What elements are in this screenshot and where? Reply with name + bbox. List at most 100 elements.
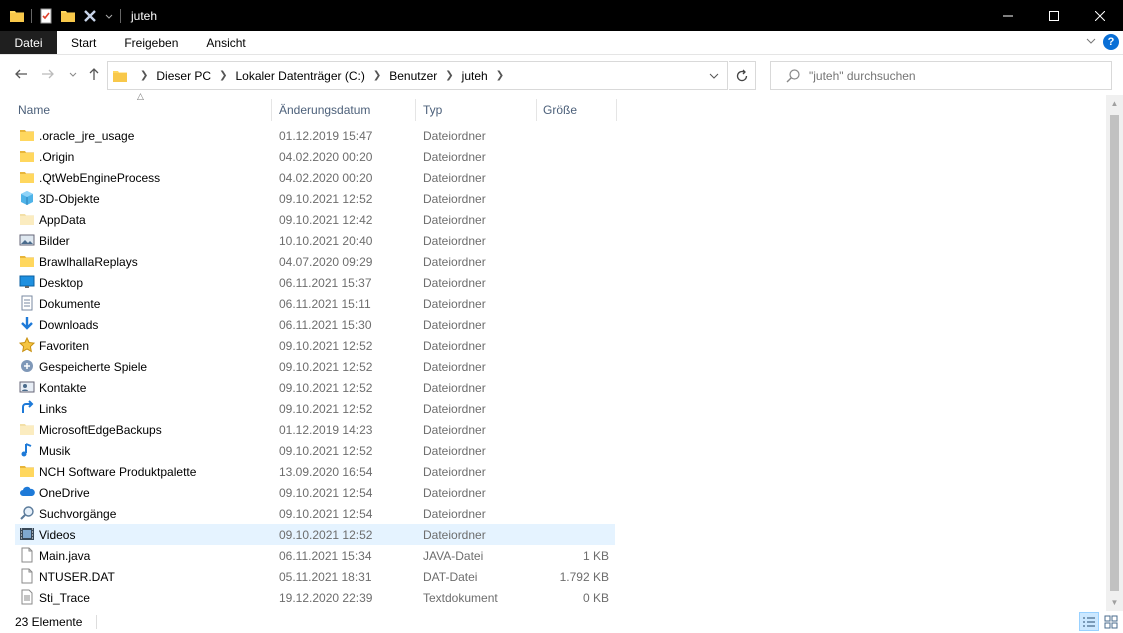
address-history-dropdown-icon[interactable]: [701, 62, 727, 89]
tab-start[interactable]: Start: [57, 31, 110, 54]
file-name: Dokumente: [39, 296, 101, 311]
file-row[interactable]: MicrosoftEdgeBackups 01.12.2019 14:23 Date…: [15, 419, 615, 440]
file-date: 01.12.2019 14:23: [279, 422, 373, 437]
file-date: 01.12.2019 15:47: [279, 128, 373, 143]
file-row[interactable]: Kontakte 09.10.2021 12:52 Dateiordner: [15, 377, 615, 398]
large-icons-view-button[interactable]: [1101, 612, 1121, 631]
file-size: [543, 230, 609, 251]
separator: [31, 8, 32, 23]
breadcrumb-chevron-icon[interactable]: ❯: [373, 70, 381, 81]
expand-ribbon-chevron-icon[interactable]: [1085, 35, 1097, 50]
separator: [96, 615, 98, 629]
properties-icon[interactable]: [38, 8, 54, 24]
file-date: 09.10.2021 12:54: [279, 485, 373, 500]
file-name: .QtWebEngineProcess: [39, 170, 161, 185]
breadcrumb-chevron-icon[interactable]: ❯: [219, 70, 227, 81]
file-date: 06.11.2021 15:37: [279, 275, 372, 290]
file-row[interactable]: Gespeicherte Spiele 09.10.2021 12:52 Datei…: [15, 356, 615, 377]
search-input[interactable]: [809, 68, 1089, 83]
file-row[interactable]: Bilder 10.10.2021 20:40 Dateiordner: [15, 230, 615, 251]
file-row[interactable]: Desktop 06.11.2021 15:37 Dateiordner: [15, 272, 615, 293]
file-size: [543, 293, 609, 314]
file-row[interactable]: Suchvorgänge 09.10.2021 12:54 Dateiordner: [15, 503, 615, 524]
hidden-folder-icon: [19, 211, 35, 227]
search-box[interactable]: [770, 61, 1112, 90]
file-row[interactable]: .Origin 04.02.2020 00:20 Dateiordner: [15, 146, 615, 167]
scroll-down-arrow-icon[interactable]: ▼: [1106, 594, 1123, 611]
breadcrumb-chevron-icon[interactable]: ❯: [140, 70, 148, 81]
breadcrumb-chevron-icon[interactable]: ❯: [445, 70, 453, 81]
file-row[interactable]: OneDrive 09.10.2021 12:54 Dateiordner: [15, 482, 615, 503]
forward-arrow-icon[interactable]: [39, 65, 57, 83]
file-size: [543, 314, 609, 335]
maximize-button[interactable]: [1031, 0, 1077, 31]
file-name: BrawlhallaReplays: [39, 254, 138, 269]
title-bar: juteh: [0, 0, 1123, 31]
file-size: [543, 482, 609, 503]
tab-view[interactable]: Ansicht: [192, 31, 259, 54]
file-row[interactable]: Links 09.10.2021 12:52 Dateiordner: [15, 398, 615, 419]
minimize-button[interactable]: [985, 0, 1031, 31]
file-name: Sti_Trace: [39, 590, 90, 605]
file-row[interactable]: Sti_Trace 19.12.2020 22:39 Textdokument 0 K…: [15, 587, 615, 608]
scroll-up-arrow-icon[interactable]: ▲: [1106, 95, 1123, 112]
file-name: NTUSER.DAT: [39, 569, 115, 584]
breadcrumb-chevron-icon[interactable]: ❯: [496, 70, 504, 81]
customize-toolbar-chevron-icon[interactable]: [104, 8, 114, 24]
breadcrumb-item-this-pc[interactable]: Dieser PC: [156, 69, 211, 83]
file-row[interactable]: Main.java 06.11.2021 15:34 JAVA-Datei 1 KB: [15, 545, 615, 566]
file-icon: [19, 547, 35, 563]
file-row[interactable]: NCH Software Produktpalette 13.09.2020 16…: [15, 461, 615, 482]
breadcrumb-item-local-disk[interactable]: Lokaler Datenträger (C:): [235, 69, 364, 83]
folder-icon: [19, 169, 35, 185]
3d-objects-icon: [19, 190, 35, 206]
file-row[interactable]: Downloads 06.11.2021 15:30 Dateiordner: [15, 314, 615, 335]
file-row[interactable]: .oracle_jre_usage 01.12.2019 15:47 Dateior…: [15, 125, 615, 146]
breadcrumb-item-users[interactable]: Benutzer: [389, 69, 437, 83]
scrollbar-thumb[interactable]: [1110, 115, 1119, 591]
refresh-button[interactable]: [729, 61, 756, 90]
file-size: [543, 188, 609, 209]
vertical-scrollbar[interactable]: ▲ ▼: [1106, 95, 1123, 611]
file-row[interactable]: Videos 09.10.2021 12:52 Dateiordner: [15, 524, 615, 545]
column-header-size[interactable]: Größe: [537, 99, 617, 121]
up-arrow-icon[interactable]: [85, 65, 103, 83]
tab-file[interactable]: Datei: [0, 31, 57, 54]
file-date: 09.10.2021 12:52: [279, 380, 373, 395]
new-folder-icon[interactable]: [60, 8, 76, 24]
address-bar[interactable]: ❯ Dieser PC ❯ Lokaler Datenträger (C:) ❯…: [107, 61, 728, 90]
file-name: Gespeicherte Spiele: [39, 359, 148, 374]
file-row[interactable]: Musik 09.10.2021 12:52 Dateiordner: [15, 440, 615, 461]
back-arrow-icon[interactable]: [12, 65, 30, 83]
delete-icon[interactable]: [82, 8, 98, 24]
column-header-date[interactable]: Änderungsdatum: [273, 99, 416, 121]
file-name: MicrosoftEdgeBackups: [39, 422, 162, 437]
close-button[interactable]: [1077, 0, 1123, 31]
tab-share[interactable]: Freigeben: [110, 31, 192, 54]
file-type: Dateiordner: [423, 317, 486, 332]
file-row[interactable]: 3D-Objekte 09.10.2021 12:52 Dateiordner: [15, 188, 615, 209]
column-header-type[interactable]: Typ: [417, 99, 537, 121]
folder-icon[interactable]: [9, 8, 25, 24]
file-row[interactable]: Favoriten 09.10.2021 12:52 Dateiordner: [15, 335, 615, 356]
file-row[interactable]: .QtWebEngineProcess 04.02.2020 00:20 Datei…: [15, 167, 615, 188]
file-size: 1.792 KB: [559, 569, 609, 584]
file-date: 09.10.2021 12:52: [279, 359, 373, 374]
recent-locations-chevron-icon[interactable]: [64, 65, 82, 83]
file-size: [543, 377, 609, 398]
file-size: [543, 461, 609, 482]
file-date: 04.02.2020 00:20: [279, 170, 373, 185]
help-button[interactable]: ?: [1103, 34, 1119, 50]
file-date: 09.10.2021 12:52: [279, 527, 373, 542]
file-type: JAVA-Datei: [423, 548, 484, 563]
file-row[interactable]: NTUSER.DAT 05.11.2021 18:31 DAT-Datei 1.792…: [15, 566, 615, 587]
file-row[interactable]: AppData 09.10.2021 12:42 Dateiordner: [15, 209, 615, 230]
column-header-name[interactable]: Name: [12, 99, 272, 121]
details-view-button[interactable]: [1079, 612, 1099, 631]
file-name: Musik: [39, 443, 71, 458]
file-row[interactable]: Dokumente 06.11.2021 15:11 Dateiordner: [15, 293, 615, 314]
file-row[interactable]: BrawlhallaReplays 04.07.2020 09:29 Dateior…: [15, 251, 615, 272]
file-type: Dateiordner: [423, 296, 486, 311]
breadcrumb-item-juteh[interactable]: juteh: [462, 69, 488, 83]
file-size: [543, 167, 609, 188]
